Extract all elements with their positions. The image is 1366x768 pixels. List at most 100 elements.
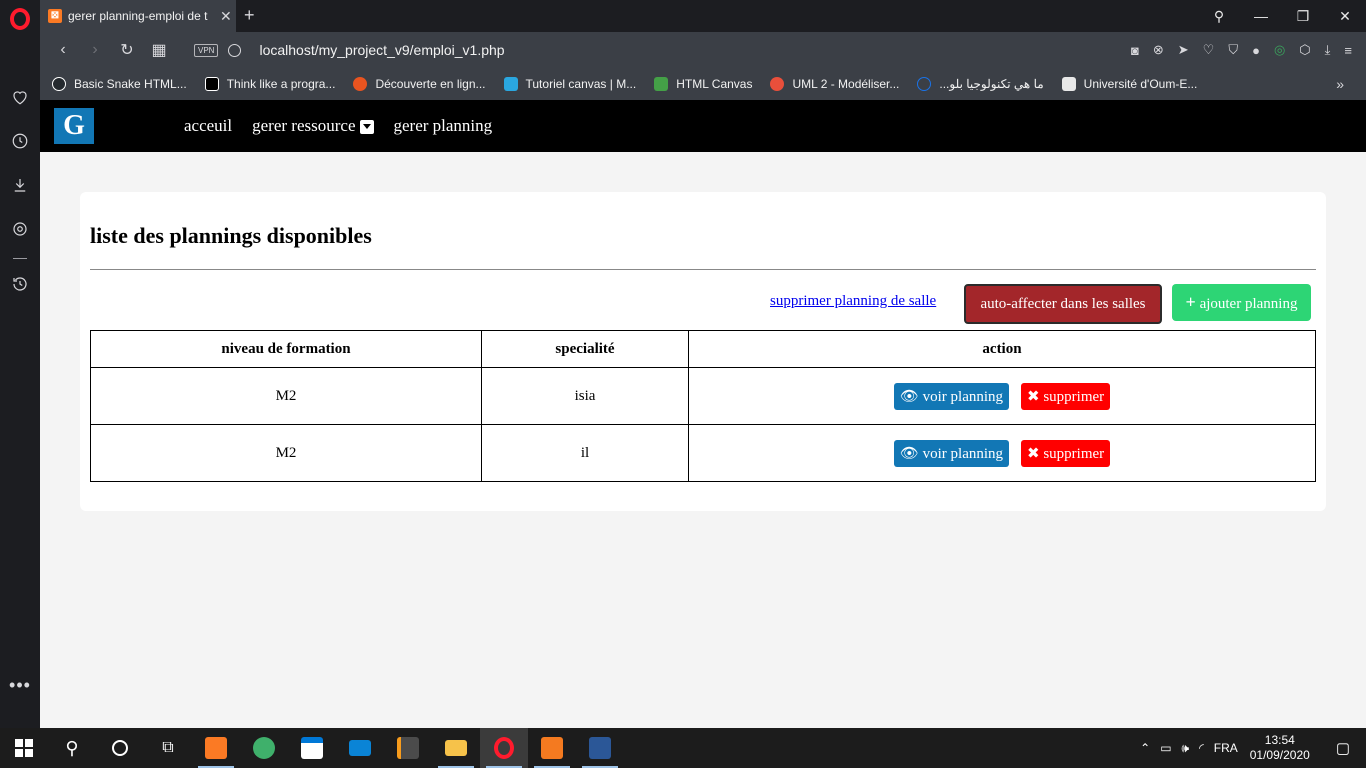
store-taskbar-icon[interactable] <box>288 728 336 768</box>
easy-setup-icon[interactable]: ≡ <box>1344 43 1352 58</box>
sublime-taskbar-icon[interactable] <box>384 728 432 768</box>
clock-date: 01/09/2020 <box>1249 748 1310 762</box>
word-taskbar-icon[interactable] <box>576 728 624 768</box>
action-bar: supprimer planning de salle auto-affecte… <box>90 270 1316 330</box>
back-icon[interactable]: ‹ <box>54 41 72 59</box>
menu-acceuil[interactable]: acceuil <box>184 116 232 136</box>
search-icon[interactable]: ⚲ <box>48 728 96 768</box>
cortana-icon[interactable] <box>96 728 144 768</box>
auto-assign-button[interactable]: auto-affecter dans les salles <box>964 284 1162 324</box>
power-icon <box>917 77 932 91</box>
heart-icon[interactable] <box>9 86 31 108</box>
col-specialite-header: specialité <box>481 330 689 368</box>
cube-icon[interactable]: ⬡ <box>1299 42 1310 58</box>
more-icon[interactable]: ••• <box>9 675 31 696</box>
windows-start-icon[interactable] <box>0 728 48 768</box>
cell-specialite: il <box>481 424 689 482</box>
browser-tab[interactable]: ⊠ gerer planning-emploi de t ✕ <box>40 0 236 32</box>
forward-icon[interactable]: › <box>86 41 104 59</box>
dropdown-caret-icon <box>359 120 374 135</box>
delete-button[interactable]: ✖ supprimer <box>1021 382 1111 410</box>
bookmark-item[interactable]: Université d'Oum-E... <box>1061 77 1197 91</box>
university-icon <box>1061 77 1076 91</box>
table-row: M2 il 👁 voir planning ✖ supprimer <box>90 424 1316 482</box>
chevron-up-icon[interactable]: ⌃ <box>1140 741 1150 755</box>
page-title: liste des plannings disponibles <box>90 223 372 248</box>
delete-button[interactable]: ✖ supprimer <box>1021 439 1111 467</box>
mail-taskbar-icon[interactable] <box>336 728 384 768</box>
close-tab-icon[interactable]: ✕ <box>220 8 232 25</box>
bookmark-item[interactable]: Découverte en lign... <box>353 77 486 91</box>
view-planning-button[interactable]: 👁 voir planning <box>893 439 1010 467</box>
bookmark-item[interactable]: UML 2 - Modéliser... <box>770 77 899 91</box>
volume-icon[interactable]: 🕪 <box>1182 741 1190 756</box>
cell-specialite: isia <box>481 367 689 425</box>
bookmark-heart-icon[interactable]: ♡ <box>1203 42 1215 58</box>
cell-action: 👁 voir planning ✖ supprimer <box>688 367 1316 425</box>
add-planning-button[interactable]: + ajouter planning <box>1172 284 1311 321</box>
delete-room-planning-link[interactable]: supprimer planning de salle <box>770 293 936 310</box>
adblock-icon[interactable]: ⊗ <box>1153 42 1164 58</box>
view-planning-button[interactable]: 👁 voir planning <box>893 382 1010 410</box>
web-page: G acceuil gerer ressource gerer planning… <box>40 100 1366 728</box>
planning-card: liste des plannings disponibles supprime… <box>80 192 1326 511</box>
camera-icon[interactable]: ◙ <box>1131 43 1139 58</box>
close-window-icon[interactable]: ✕ <box>1324 8 1366 25</box>
extension-icon[interactable]: ● <box>1252 43 1260 58</box>
eye-icon: 👁 <box>899 388 919 405</box>
wifi-icon[interactable]: ◜ <box>1199 741 1204 755</box>
w3schools-icon <box>654 77 669 91</box>
bookmarks-bar: Basic Snake HTML... Think like a progra.… <box>40 68 1366 100</box>
plus-icon: + <box>1185 292 1196 312</box>
clock-time: 13:54 <box>1264 733 1295 747</box>
explorer-taskbar-icon[interactable] <box>432 728 480 768</box>
url-input[interactable]: localhost/my_project_v9/emploi_v1.php <box>259 42 504 58</box>
pdf-taskbar-icon[interactable] <box>528 728 576 768</box>
openclassrooms-icon <box>770 77 785 91</box>
language-indicator[interactable]: FRA <box>1214 741 1238 755</box>
x-icon: ✖ <box>1027 445 1040 462</box>
battery-icon[interactable]: ▭ <box>1160 741 1171 755</box>
eye-icon: 👁 <box>899 445 919 462</box>
clock[interactable]: 13:54 01/09/2020 <box>1250 733 1310 763</box>
task-view-icon[interactable]: ⧉ <box>144 728 192 768</box>
cell-niveau: M2 <box>90 367 482 425</box>
extension-ring-icon[interactable]: ◎ <box>1274 42 1285 58</box>
system-tray: ⌃ ▭ 🕪 ◜ FRA 13:54 01/09/2020 ▢ <box>1130 728 1366 768</box>
shield-icon[interactable]: ⛉ <box>1228 42 1238 58</box>
send-icon[interactable]: ➤ <box>1178 42 1189 58</box>
reload-icon[interactable]: ↻ <box>118 40 136 60</box>
x-icon: ✖ <box>1027 388 1040 405</box>
cell-niveau: M2 <box>90 424 482 482</box>
minimize-icon[interactable]: — <box>1240 8 1282 24</box>
cell-action: 👁 voir planning ✖ supprimer <box>688 424 1316 482</box>
opera-logo-icon[interactable] <box>10 8 30 30</box>
xampp-taskbar-icon[interactable] <box>192 728 240 768</box>
address-bar-tools: ◙ ⊗ ➤ ♡ ⛉ ● ◎ ⬡ ⤓ ≡ <box>1131 32 1352 68</box>
tab-title: gerer planning-emploi de t <box>68 9 208 23</box>
app-taskbar-icon[interactable] <box>240 728 288 768</box>
vpn-badge[interactable]: VPN <box>194 43 219 57</box>
opera-taskbar-icon[interactable] <box>480 728 528 768</box>
menu-gerer-ressource[interactable]: gerer ressource <box>252 116 374 136</box>
recent-tabs-icon[interactable] <box>9 273 31 295</box>
planning-table: niveau de formation specialité action M2… <box>90 330 1316 482</box>
bookmark-item[interactable]: ما هي تكنولوجيا بلو... <box>917 77 1044 91</box>
settings-icon[interactable] <box>9 218 31 240</box>
bookmark-item[interactable]: HTML Canvas <box>654 77 752 91</box>
table-row: M2 isia 👁 voir planning ✖ supprimer <box>90 367 1316 425</box>
bookmark-item[interactable]: Tutoriel canvas | M... <box>503 77 636 91</box>
download-bar-icon[interactable]: ⤓ <box>1325 42 1331 58</box>
new-tab-icon[interactable]: + <box>244 5 255 26</box>
speed-dial-icon[interactable]: ▦ <box>150 40 168 60</box>
notifications-icon[interactable]: ▢ <box>1336 739 1350 757</box>
history-icon[interactable] <box>9 130 31 152</box>
search-tabs-icon[interactable]: ⚲ <box>1198 8 1240 25</box>
more-bookmarks-icon[interactable]: » <box>1336 76 1344 92</box>
bookmark-item[interactable]: Think like a progra... <box>204 77 335 91</box>
site-logo[interactable]: G <box>54 108 94 144</box>
restore-icon[interactable]: ❐ <box>1282 8 1324 25</box>
download-icon[interactable] <box>9 174 31 196</box>
menu-gerer-planning[interactable]: gerer planning <box>394 116 493 136</box>
bookmark-item[interactable]: Basic Snake HTML... <box>52 77 187 91</box>
